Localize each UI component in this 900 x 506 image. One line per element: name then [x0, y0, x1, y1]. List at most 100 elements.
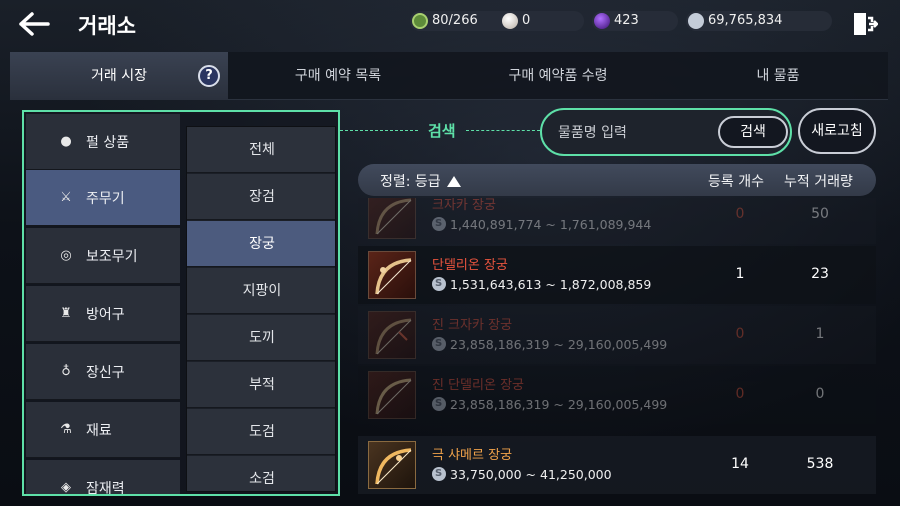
currency-pearl: 0: [500, 11, 584, 31]
silver-coin-icon: [432, 467, 446, 481]
silver-coin-icon: [432, 337, 446, 351]
currency-purple: 423: [592, 11, 678, 31]
tab-label: 거래 시장: [91, 68, 147, 84]
subcategory-blade[interactable]: 도검: [187, 409, 335, 455]
flask-icon: ⚗: [60, 422, 72, 437]
longbow-icon: [368, 371, 416, 419]
ring-icon: ♁: [61, 364, 71, 379]
category-main-weapon[interactable]: ⚔ 주무기: [26, 170, 180, 226]
longbow-icon: [368, 251, 416, 299]
listed-count: 0: [735, 206, 745, 222]
currency-silver: 69,765,834: [686, 11, 832, 31]
item-list[interactable]: 크자카 장궁 1,440,891,774 ~ 1,761,089,944 0 5…: [358, 198, 876, 498]
trade-volume: 23: [811, 266, 829, 282]
price-text: 33,750,000 ~ 41,250,000: [450, 467, 612, 482]
shield-ring-icon: ◎: [60, 248, 72, 263]
help-icon[interactable]: ?: [198, 65, 220, 87]
subcategory-axe[interactable]: 도끼: [187, 315, 335, 361]
trade-volume: 538: [806, 456, 834, 472]
category-label: 장신구: [86, 365, 125, 381]
category-pearl-items[interactable]: ● 펄 상품: [26, 114, 180, 170]
column-header-count: 등록 개수: [708, 174, 764, 190]
pearl-icon: [502, 13, 518, 29]
subcategory-talisman[interactable]: 부적: [187, 362, 335, 408]
longbow-icon: [368, 311, 416, 359]
table-row[interactable]: 크자카 장궁 1,440,891,774 ~ 1,761,089,944 0 5…: [358, 198, 876, 244]
table-row[interactable]: 단델리온 장궁 1,531,643,613 ~ 1,872,008,859 1 …: [358, 246, 876, 304]
purple-orb-icon: [594, 13, 610, 29]
item-price-range: 1,531,643,613 ~ 1,872,008,859: [432, 277, 651, 292]
currency-value: 423: [614, 13, 639, 28]
category-panel: ● 펄 상품 ⚔ 주무기 ◎ 보조무기 ♜ 방어구 ♁ 장신구 ⚗ 재료 ◈ 잠…: [22, 110, 340, 496]
subcategory-longbow[interactable]: 장궁: [187, 221, 335, 267]
category-accessory[interactable]: ♁ 장신구: [26, 344, 180, 400]
category-label: 주무기: [86, 191, 125, 207]
guide-line: [340, 130, 418, 131]
search-button[interactable]: 검색: [718, 116, 788, 148]
item-price-range: 23,858,186,319 ~ 29,160,005,499: [432, 397, 667, 412]
table-row[interactable]: 진 크자카 장궁 23,858,186,319 ~ 29,160,005,499…: [358, 306, 876, 364]
listed-count: 0: [735, 386, 745, 402]
item-price-range: 1,440,891,774 ~ 1,761,089,944: [432, 217, 651, 232]
tab-reservation-receipt[interactable]: 구매 예약품 수령: [448, 52, 668, 100]
trade-volume: 50: [811, 206, 829, 222]
tab-purchase-reservations[interactable]: 구매 예약 목록: [228, 52, 448, 100]
subcategory-staff[interactable]: 지팡이: [187, 268, 335, 314]
silver-coin-icon: [432, 397, 446, 411]
price-text: 1,531,643,613 ~ 1,872,008,859: [450, 277, 652, 292]
trade-volume: 1: [815, 326, 825, 342]
sort-ascending-icon: [446, 176, 461, 187]
trade-volume: 0: [815, 386, 825, 402]
category-armor[interactable]: ♜ 방어구: [26, 286, 180, 342]
column-header-volume: 누적 거래량: [784, 174, 853, 190]
category-label: 펄 상품: [86, 135, 130, 151]
category-label: 보조무기: [86, 249, 138, 265]
category-label: 재료: [86, 423, 112, 439]
tab-my-items[interactable]: 내 물품: [668, 52, 888, 100]
search-guide-label: 검색: [428, 122, 456, 140]
price-text: 1,440,891,774 ~ 1,761,089,944: [450, 217, 652, 232]
silver-coin-icon: [432, 217, 446, 231]
item-name: 진 단델리온 장궁: [432, 378, 524, 393]
category-sub-weapon[interactable]: ◎ 보조무기: [26, 228, 180, 284]
silver-coin-icon: [432, 277, 446, 291]
item-name: 크자카 장궁: [432, 198, 496, 213]
subcategory-list[interactable]: 전체 장검 장궁 지팡이 도끼 부적 도검 소검: [186, 126, 336, 492]
item-price-range: 33,750,000 ~ 41,250,000: [432, 467, 612, 482]
listed-count: 1: [735, 266, 745, 282]
item-name: 진 크자카 장궁: [432, 318, 513, 333]
refresh-button[interactable]: 새로고침: [798, 108, 876, 154]
category-label: 방어구: [86, 307, 125, 323]
longbow-icon: [368, 441, 416, 489]
currency-value: 0: [522, 13, 531, 28]
crossed-swords-icon: ⚔: [60, 190, 72, 205]
top-bar: 거래소 80/266 0 423 69,765,834: [0, 0, 900, 48]
table-row[interactable]: 진 단델리온 장궁 23,858,186,319 ~ 29,160,005,49…: [358, 366, 876, 424]
exit-door-icon[interactable]: [850, 10, 879, 38]
listed-count: 0: [735, 326, 745, 342]
price-text: 23,858,186,319 ~ 29,160,005,499: [450, 397, 668, 412]
table-row[interactable]: 극 샤메르 장궁 33,750,000 ~ 41,250,000 14 538: [358, 436, 876, 494]
item-name: 극 샤메르 장궁: [432, 448, 513, 463]
diamond-icon: ◈: [61, 480, 71, 495]
table-header: 정렬: 등급 등록 개수 누적 거래량: [358, 164, 876, 196]
back-arrow-icon[interactable]: [14, 8, 54, 40]
subcategory-all[interactable]: 전체: [187, 127, 335, 173]
currency-value: 80/266: [432, 13, 478, 28]
category-potential[interactable]: ◈ 잠재력: [26, 460, 180, 496]
category-material[interactable]: ⚗ 재료: [26, 402, 180, 458]
sort-by-grade-button[interactable]: 정렬: 등급: [380, 171, 461, 191]
sort-label: 정렬: 등급: [380, 174, 441, 190]
tab-trade-market[interactable]: 거래 시장 ?: [10, 52, 228, 100]
subcategory-longsword[interactable]: 장검: [187, 174, 335, 220]
subcategory-short-sword[interactable]: 소검: [187, 456, 335, 491]
category-label: 잠재력: [86, 481, 125, 496]
green-gem-icon: [412, 13, 428, 29]
pearl-icon: ●: [60, 134, 72, 149]
price-text: 23,858,186,319 ~ 29,160,005,499: [450, 337, 668, 352]
page-title: 거래소: [78, 14, 136, 38]
item-name: 단델리온 장궁: [432, 258, 508, 273]
search-box: 검색: [540, 108, 792, 156]
silver-coin-icon: [688, 13, 704, 29]
search-input[interactable]: [558, 122, 708, 144]
